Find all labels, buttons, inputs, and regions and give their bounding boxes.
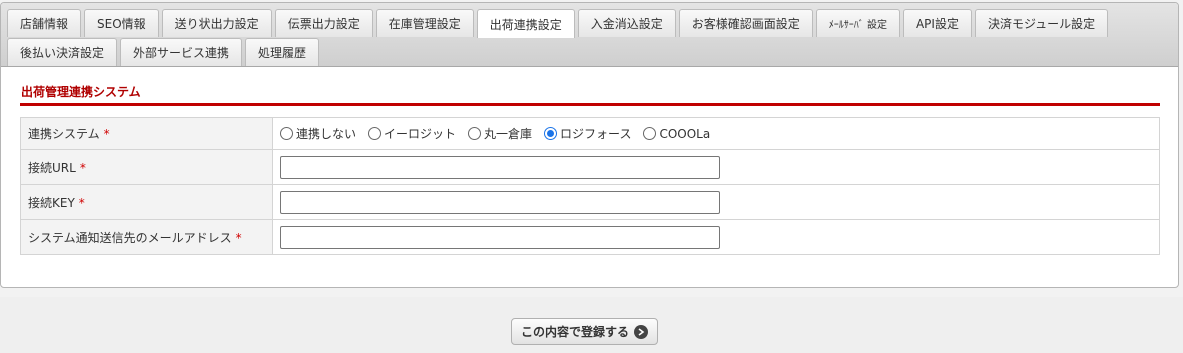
radio-button[interactable] <box>368 127 382 140</box>
tab-deferred-payment[interactable]: 後払い決済設定 <box>7 38 118 66</box>
tab-slip-output[interactable]: 伝票出力設定 <box>274 9 373 37</box>
submit-button-label: この内容で登録する <box>520 325 629 339</box>
form-row-email: システム通知送信先のメールアドレス * <box>20 219 1160 255</box>
required-mark: * <box>103 127 110 141</box>
tab-payment-reconcile[interactable]: 入金消込設定 <box>577 9 676 37</box>
form-value-email <box>272 219 1160 255</box>
section-title: 出荷管理連携システム <box>21 85 141 99</box>
settings-panel: 店舗情報 SEO情報 送り状出力設定 伝票出力設定 在庫管理設定 出荷連携設定 … <box>0 2 1179 288</box>
tab-external-services[interactable]: 外部サービス連携 <box>120 38 243 66</box>
radio-button[interactable] <box>280 127 293 140</box>
tab-payment-module[interactable]: 決済モジュール設定 <box>974 9 1109 37</box>
tab-row-2: 後払い決済設定 外部サービス連携 処理履歴 <box>7 38 320 66</box>
form-value-system: 連携しない イーロジット 丸一倉庫 ロジフォース COOOLa <box>272 117 1160 150</box>
settings-form: 連携システム * 連携しない イーロジット 丸一倉庫 ロジフォース COOOLa … <box>20 117 1160 255</box>
email-input[interactable] <box>280 225 720 249</box>
tab-customer-confirm[interactable]: お客様確認画面設定 <box>678 9 813 37</box>
tab-store-info[interactable]: 店舗情報 <box>7 9 82 37</box>
key-input[interactable] <box>280 190 720 214</box>
form-label-url: 接続URL * <box>20 149 273 185</box>
url-input[interactable] <box>280 155 720 179</box>
form-row-key: 接続KEY * <box>20 184 1160 220</box>
tab-seo-info[interactable]: SEO情報 <box>84 9 159 37</box>
tab-invoice-output[interactable]: 送り状出力設定 <box>161 9 272 37</box>
form-value-key <box>272 184 1160 220</box>
submit-button[interactable]: この内容で登録する <box>511 318 658 345</box>
radio-button[interactable] <box>468 127 482 140</box>
radio-cooola[interactable]: COOOLa <box>643 127 710 141</box>
arrow-right-icon <box>634 324 648 339</box>
tab-shipping-integration[interactable]: 出荷連携設定 <box>476 9 575 38</box>
required-mark: * <box>78 195 85 210</box>
tab-api[interactable]: API設定 <box>902 9 972 37</box>
radio-none[interactable]: 連携しない <box>280 125 356 142</box>
system-radio-group: 連携しない イーロジット 丸一倉庫 ロジフォース COOOLa <box>280 125 1159 142</box>
required-mark: * <box>235 230 242 245</box>
required-mark: * <box>79 160 86 175</box>
form-label-key: 接続KEY * <box>20 184 273 220</box>
radio-button[interactable] <box>643 127 657 140</box>
tab-history[interactable]: 処理履歴 <box>245 38 320 66</box>
radio-button-checked[interactable] <box>544 127 558 140</box>
section-divider <box>20 103 1160 106</box>
form-label-email: システム通知送信先のメールアドレス * <box>20 219 273 255</box>
tab-row-1: 店舗情報 SEO情報 送り状出力設定 伝票出力設定 在庫管理設定 出荷連携設定 … <box>7 9 1109 38</box>
form-label-system: 連携システム * <box>20 117 273 150</box>
radio-maruichi[interactable]: 丸一倉庫 <box>468 125 532 142</box>
radio-logiforce[interactable]: ロジフォース <box>544 125 631 142</box>
tab-inventory[interactable]: 在庫管理設定 <box>375 9 474 37</box>
tab-mail-server[interactable]: ﾒｰﾙｻｰﾊﾞ 設定 <box>815 9 900 37</box>
tab-bar: 店舗情報 SEO情報 送り状出力設定 伝票出力設定 在庫管理設定 出荷連携設定 … <box>1 3 1178 67</box>
form-row-url: 接続URL * <box>20 149 1160 185</box>
form-value-url <box>272 149 1160 185</box>
radio-e-logit[interactable]: イーロジット <box>368 125 456 142</box>
form-row-system: 連携システム * 連携しない イーロジット 丸一倉庫 ロジフォース COOOLa <box>20 117 1160 150</box>
